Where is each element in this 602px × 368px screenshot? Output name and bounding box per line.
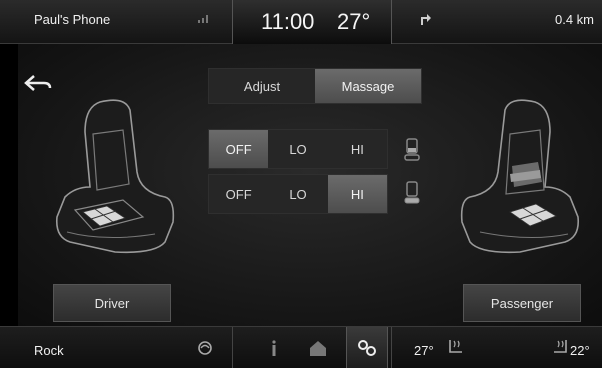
tab-massage[interactable]: Massage [315, 69, 421, 103]
navigation-distance: 0.4 km [554, 12, 594, 27]
phone-name: Paul's Phone [34, 12, 111, 27]
cushion-lo-button[interactable]: LO [268, 175, 327, 213]
status-bar: Paul's Phone 11:00 27° 0.4 km [0, 0, 602, 44]
passenger-seat-illustration[interactable] [450, 92, 590, 262]
driver-button[interactable]: Driver [53, 284, 171, 322]
signal-icon [198, 15, 208, 23]
passenger-seat-heat-icon[interactable] [548, 337, 572, 359]
passenger-temperature[interactable]: 22° [570, 343, 590, 358]
mode-tabs: Adjust Massage [208, 68, 422, 104]
driver-seat-illustration[interactable] [45, 92, 185, 262]
info-icon[interactable] [262, 337, 286, 359]
outside-temperature: 27° [337, 9, 371, 34]
tab-adjust[interactable]: Adjust [209, 69, 315, 103]
driver-seat-heat-icon[interactable] [444, 337, 468, 359]
seat-cushion-icon [404, 181, 420, 204]
cushion-off-button[interactable]: OFF [209, 175, 268, 213]
clock-time: 11:00 [261, 9, 315, 34]
passenger-button[interactable]: Passenger [463, 284, 581, 322]
cushion-hi-button[interactable]: HI [327, 175, 387, 213]
clock-panel: 11:00 27° [232, 0, 392, 44]
back-massage-selector: OFF LO HI [208, 129, 388, 169]
home-icon[interactable] [306, 337, 330, 359]
bottom-bar: Rock 27° 22° [0, 326, 602, 368]
back-lo-button[interactable]: LO [268, 130, 327, 168]
back-off-button[interactable]: OFF [209, 130, 269, 168]
turn-arrow-icon [421, 14, 431, 25]
cushion-massage-selector: OFF LO HI [208, 174, 388, 214]
driver-temperature[interactable]: 27° [414, 343, 434, 358]
settings-icon[interactable] [355, 337, 379, 359]
back-hi-button[interactable]: HI [328, 130, 387, 168]
seat-back-icon [404, 138, 420, 161]
audio-source[interactable]: Rock [34, 343, 64, 358]
phone-icon[interactable] [193, 337, 217, 359]
